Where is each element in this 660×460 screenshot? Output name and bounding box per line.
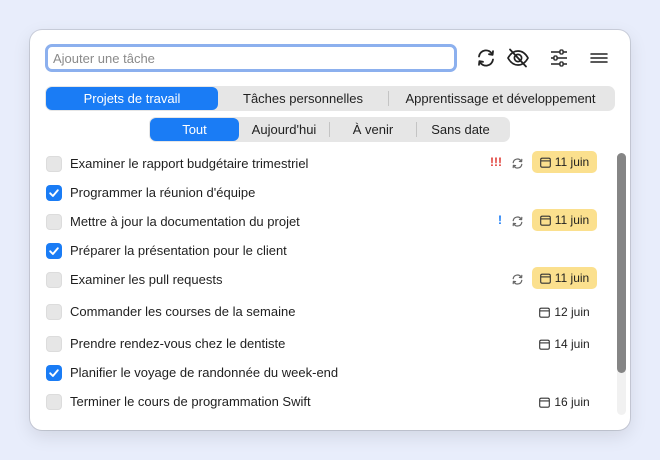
due-date-text: 14 juin [554,337,590,351]
filter-aujourdhui[interactable]: Aujourd'hui [239,118,329,141]
calendar-icon [539,397,551,408]
task-title[interactable]: Examiner les pull requests [70,272,222,287]
filter-sans-date[interactable]: Sans date [417,118,504,141]
filter-settings-button[interactable] [545,44,573,72]
task-checkbox[interactable] [46,214,62,230]
task-row[interactable]: Mettre à jour la documentation du projet… [30,208,615,237]
sliders-icon [551,49,567,67]
task-checkbox[interactable] [46,272,62,288]
due-date-badge[interactable]: 12 juin [532,301,597,323]
calendar-icon [539,307,551,318]
due-date-text: 11 juin [554,271,590,285]
due-date-badge[interactable]: 14 juin [532,333,597,355]
task-title[interactable]: Examiner le rapport budgétaire trimestri… [70,156,308,171]
hide-completed-button[interactable] [504,44,532,72]
due-date-text: 11 juin [554,213,590,227]
priority-indicator: ! [498,213,502,227]
task-row[interactable]: Planifier le voyage de randonnée du week… [30,359,615,388]
repeat-icon [512,158,523,169]
calendar-icon [539,215,551,226]
toolbar [45,44,616,72]
task-checkbox[interactable] [46,304,62,320]
task-title[interactable]: Préparer la présentation pour le client [70,243,287,258]
hamburger-menu-icon [590,53,608,63]
priority-indicator: !!! [490,155,502,169]
task-row[interactable]: Préparer la présentation pour le client [30,237,615,266]
task-row[interactable]: Commander les courses de la semaine 12 ju… [30,298,615,327]
calendar-icon [539,339,551,350]
sync-icon [478,49,494,67]
date-filter-tabs: Tout Aujourd'hui À venir Sans date [149,117,510,142]
task-row[interactable]: Prendre rendez-vous chez le dentiste 14 j… [30,330,615,359]
add-task-input[interactable] [45,44,457,72]
task-checkbox[interactable] [46,336,62,352]
task-title[interactable]: Commander les courses de la semaine [70,304,295,319]
filter-a-venir[interactable]: À venir [330,118,416,141]
task-title[interactable]: Mettre à jour la documentation du projet [70,214,300,229]
due-date-text: 12 juin [554,305,590,319]
scrollbar-thumb[interactable] [617,153,626,373]
repeat-icon [512,216,523,227]
project-tabs: Projets de travail Tâches personnelles A… [45,86,615,111]
todo-window: Projets de travail Tâches personnelles A… [30,30,630,430]
task-title[interactable]: Terminer le cours de programmation Swift [70,394,311,409]
task-checkbox[interactable] [46,243,62,259]
task-checkbox[interactable] [46,185,62,201]
task-title[interactable]: Planifier le voyage de randonnée du week… [70,365,338,380]
tab-projets-de-travail[interactable]: Projets de travail [46,87,218,110]
calendar-icon [539,157,551,168]
task-title[interactable]: Programmer la réunion d'équipe [70,185,255,200]
due-date-badge[interactable]: 16 juin [532,391,597,413]
task-title[interactable]: Prendre rendez-vous chez le dentiste [70,336,285,351]
due-date-text: 16 juin [554,395,590,409]
task-row[interactable]: Programmer la réunion d'équipe [30,179,615,208]
calendar-icon [539,273,551,284]
task-checkbox[interactable] [46,156,62,172]
tab-taches-personnelles[interactable]: Tâches personnelles [218,87,388,110]
sync-button[interactable] [472,44,500,72]
due-date-text: 11 juin [554,155,590,169]
due-date-badge[interactable]: 11 juin [532,209,597,231]
task-row[interactable]: Examiner les pull requests 11 juin [30,266,615,295]
task-row[interactable]: Terminer le cours de programmation Swift… [30,388,615,417]
repeat-icon [512,274,523,285]
task-checkbox[interactable] [46,365,62,381]
tab-apprentissage-developpement[interactable]: Apprentissage et développement [389,87,612,110]
task-checkbox[interactable] [46,394,62,410]
eye-slash-icon [507,48,529,68]
menu-button[interactable] [585,44,613,72]
filter-tout[interactable]: Tout [150,118,239,141]
due-date-badge[interactable]: 11 juin [532,267,597,289]
task-row[interactable]: Examiner le rapport budgétaire trimestri… [30,150,615,179]
due-date-badge[interactable]: 11 juin [532,151,597,173]
